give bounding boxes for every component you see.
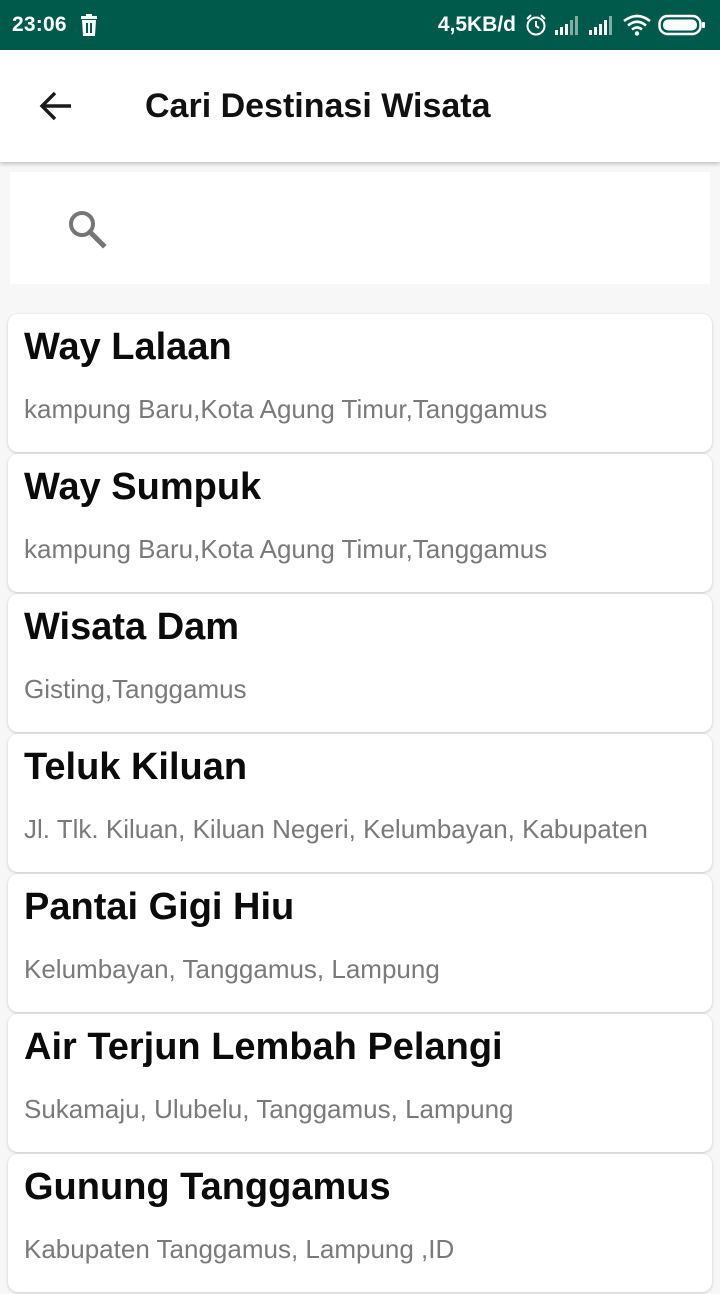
destination-name: Air Terjun Lembah Pelangi <box>24 1026 503 1068</box>
search-bar[interactable] <box>10 172 710 284</box>
trash-icon <box>79 14 99 36</box>
wifi-icon <box>622 14 652 36</box>
alarm-icon <box>524 13 548 37</box>
battery-icon <box>658 14 706 36</box>
page-title: Cari Destinasi Wisata <box>145 87 491 125</box>
destination-address: Kelumbayan, Tanggamus, Lampung <box>24 954 440 984</box>
destination-list: Way Lalaan kampung Baru,Kota Agung Timur… <box>8 314 712 1294</box>
app-bar: Cari Destinasi Wisata <box>0 50 720 162</box>
destination-address: kampung Baru,Kota Agung Timur,Tanggamus <box>24 394 548 424</box>
destination-name: Gunung Tanggamus <box>24 1166 391 1208</box>
search-input[interactable] <box>126 202 690 256</box>
destination-address: Gisting,Tanggamus <box>24 674 247 704</box>
destination-card[interactable]: Teluk Kiluan Jl. Tlk. Kiluan, Kiluan Neg… <box>8 734 712 872</box>
net-speed: 4,5KB/d <box>437 13 516 36</box>
status-bar: 23:06 4,5KB/d <box>0 0 720 50</box>
destination-name: Way Lalaan <box>24 326 232 368</box>
destination-card[interactable]: Way Lalaan kampung Baru,Kota Agung Timur… <box>8 314 712 452</box>
destination-card[interactable]: Wisata Dam Gisting,Tanggamus <box>8 594 712 732</box>
signal-icon <box>588 14 616 36</box>
destination-name: Way Sumpuk <box>24 466 262 508</box>
destination-card[interactable]: Way Sumpuk kampung Baru,Kota Agung Timur… <box>8 454 712 592</box>
destination-address: kampung Baru,Kota Agung Timur,Tanggamus <box>24 534 548 564</box>
destination-name: Teluk Kiluan <box>24 746 248 788</box>
destination-address: Kabupaten Tanggamus, Lampung ,ID <box>24 1234 455 1264</box>
destination-name: Wisata Dam <box>24 606 240 648</box>
arrow-back-icon <box>38 88 74 124</box>
destination-card[interactable]: Gunung Tanggamus Kabupaten Tanggamus, La… <box>8 1154 712 1292</box>
destination-address: Jl. Tlk. Kiluan, Kiluan Negeri, Kelumbay… <box>24 814 648 844</box>
signal-icon <box>554 14 582 36</box>
status-time: 23:06 <box>12 13 67 36</box>
search-icon <box>66 208 108 250</box>
destination-address: Sukamaju, Ulubelu, Tanggamus, Lampung <box>24 1094 514 1124</box>
status-icons: 4,5KB/d <box>438 13 706 37</box>
back-button[interactable] <box>24 74 88 138</box>
destination-name: Pantai Gigi Hiu <box>24 886 295 928</box>
destination-card[interactable]: Pantai Gigi Hiu Kelumbayan, Tanggamus, L… <box>8 874 712 1012</box>
destination-card[interactable]: Air Terjun Lembah Pelangi Sukamaju, Ulub… <box>8 1014 712 1152</box>
